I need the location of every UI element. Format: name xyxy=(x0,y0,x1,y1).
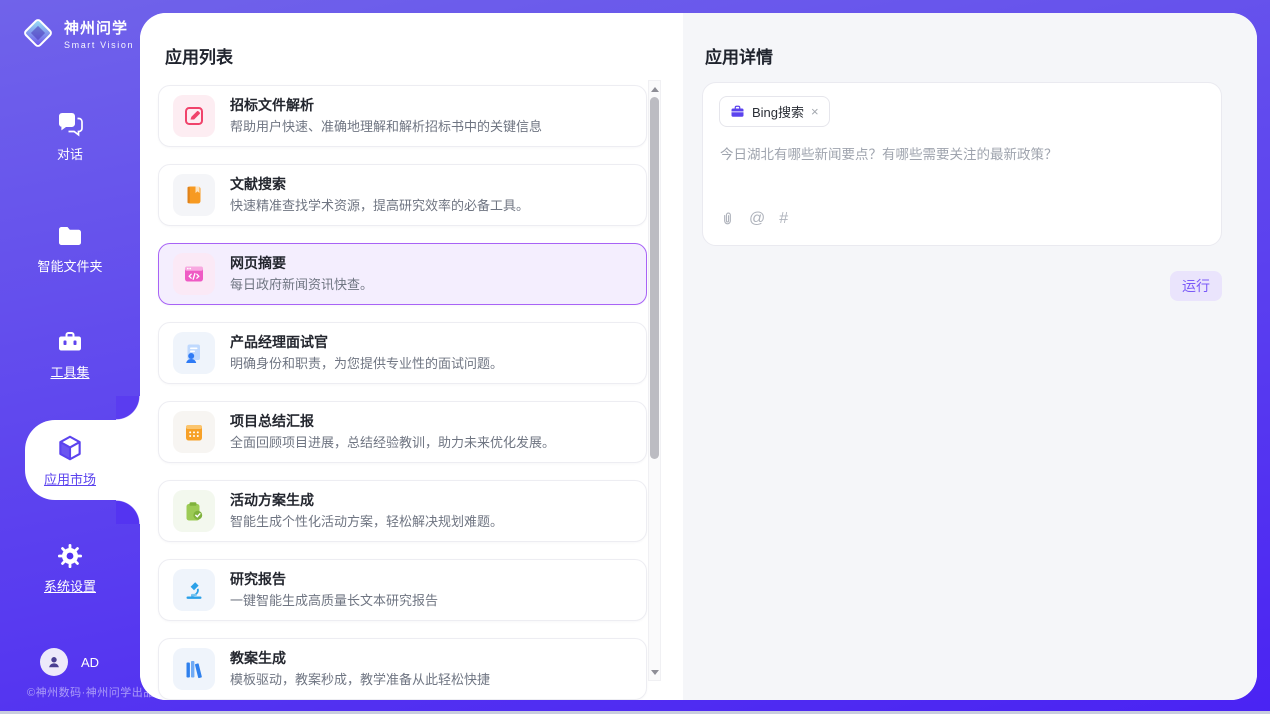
person-icon xyxy=(45,653,63,671)
app-card-literature-search[interactable]: 文献搜索 快速精准查找学术资源，提高研究效率的必备工具。 xyxy=(158,164,647,226)
sidebar-item-system-settings[interactable]: 系统设置 xyxy=(0,542,140,595)
app-card-pm-interviewer[interactable]: 产品经理面试官 明确身份和职责，为您提供专业性的面试问题。 xyxy=(158,322,647,384)
interviewer-icon xyxy=(173,332,215,374)
clipboard-check-icon xyxy=(173,490,215,532)
app-card-research-report[interactable]: 研究报告 一键智能生成高质量长文本研究报告 xyxy=(158,559,647,621)
app-desc: 一键智能生成高质量长文本研究报告 xyxy=(230,593,438,609)
app-desc: 每日政府新闻资讯快查。 xyxy=(230,277,373,293)
sidebar-item-smart-folder[interactable]: 智能文件夹 xyxy=(0,222,140,275)
scroll-down-arrow-icon[interactable] xyxy=(649,665,660,679)
books-icon xyxy=(173,648,215,690)
tool-chip-label: Bing搜索 xyxy=(752,102,804,121)
tool-chip-bing-search[interactable]: Bing搜索 × xyxy=(719,96,830,127)
app-name: 项目总结汇报 xyxy=(230,413,555,430)
sidebar-item-label: 系统设置 xyxy=(0,576,140,595)
book-icon xyxy=(173,174,215,216)
brand-name: 神州问学 xyxy=(64,17,134,38)
app-desc: 智能生成个性化活动方案，轻松解决规划难题。 xyxy=(230,514,503,530)
brand-subtitle: Smart Vision xyxy=(64,40,134,50)
user-account[interactable]: AD xyxy=(40,648,99,676)
app-name: 网页摘要 xyxy=(230,255,373,272)
app-detail-title: 应用详情 xyxy=(705,43,773,68)
app-card-web-summary[interactable]: 网页摘要 每日政府新闻资讯快查。 xyxy=(158,243,647,305)
app-name: 教案生成 xyxy=(230,650,490,667)
cube-icon xyxy=(55,433,85,463)
app-name: 招标文件解析 xyxy=(230,97,542,114)
sidebar-item-chat[interactable]: 对话 xyxy=(0,110,140,163)
toolbox-icon xyxy=(56,328,84,356)
app-desc: 帮助用户快速、准确地理解和解析招标书中的关键信息 xyxy=(230,119,542,135)
sidebar-item-label: 应用市场 xyxy=(0,469,140,488)
active-tab-notch-bottom xyxy=(116,500,140,524)
calendar-icon xyxy=(173,411,215,453)
avatar xyxy=(40,648,68,676)
app-card-event-plan[interactable]: 活动方案生成 智能生成个性化活动方案，轻松解决规划难题。 xyxy=(158,480,647,542)
hash-tag-icon[interactable]: # xyxy=(779,211,788,227)
chat-icon xyxy=(56,110,84,138)
app-cards: 招标文件解析 帮助用户快速、准确地理解和解析招标书中的关键信息 文献搜索 xyxy=(158,85,647,700)
app-desc: 明确身份和职责，为您提供专业性的面试问题。 xyxy=(230,356,503,372)
app-name: 活动方案生成 xyxy=(230,492,503,509)
prompt-editor[interactable]: Bing搜索 × 今日湖北有哪些新闻要点？有哪些需要关注的最新政策？ @ # xyxy=(702,82,1222,246)
sidebar-item-app-market[interactable]: 应用市场 xyxy=(0,433,140,488)
paperclip-icon[interactable] xyxy=(720,210,735,227)
sidebar-item-label: 对话 xyxy=(0,144,140,163)
app-name: 文献搜索 xyxy=(230,176,529,193)
app-list-scrollbar[interactable] xyxy=(648,80,661,681)
folder-icon xyxy=(56,222,84,250)
sidebar-item-toolset[interactable]: 工具集 xyxy=(0,328,140,381)
app-name: 产品经理面试官 xyxy=(230,334,503,351)
sidebar-item-label: 工具集 xyxy=(0,362,140,381)
edit-document-icon xyxy=(173,95,215,137)
user-label: AD xyxy=(81,655,99,670)
composer-toolbar: @ # xyxy=(720,210,788,227)
brand-logo: 神州问学 Smart Vision xyxy=(20,15,134,51)
app-card-project-summary[interactable]: 项目总结汇报 全面回顾项目进展，总结经验教训，助力未来优化发展。 xyxy=(158,401,647,463)
app-desc: 模板驱动，教案秒成，教学准备从此轻松快捷 xyxy=(230,672,490,688)
browser-code-icon xyxy=(173,253,215,295)
app-desc: 快速精准查找学术资源，提高研究效率的必备工具。 xyxy=(230,198,529,214)
at-mention-icon[interactable]: @ xyxy=(749,211,765,227)
prompt-query-text: 今日湖北有哪些新闻要点？有哪些需要关注的最新政策？ xyxy=(720,145,1206,165)
scrollbar-thumb[interactable] xyxy=(650,97,659,459)
main-content: 应用列表 招标文件解析 帮助用户快速、准确地理解和解析招标书中的关键信息 xyxy=(140,13,1257,700)
close-icon[interactable]: × xyxy=(811,105,819,118)
scroll-up-arrow-icon[interactable] xyxy=(649,82,660,96)
run-button[interactable]: 运行 xyxy=(1170,271,1222,301)
briefcase-icon xyxy=(730,104,745,119)
microscope-icon xyxy=(173,569,215,611)
gear-icon xyxy=(56,542,84,570)
app-list-panel: 应用列表 招标文件解析 帮助用户快速、准确地理解和解析招标书中的关键信息 xyxy=(140,13,683,700)
app-card-lesson-plan[interactable]: 教案生成 模板驱动，教案秒成，教学准备从此轻松快捷 xyxy=(158,638,647,700)
app-name: 研究报告 xyxy=(230,571,438,588)
sidebar-item-label: 智能文件夹 xyxy=(0,256,140,275)
active-tab-notch-top xyxy=(116,396,140,420)
app-desc: 全面回顾项目进展，总结经验教训，助力未来优化发展。 xyxy=(230,435,555,451)
app-window: 神州问学 Smart Vision 对话 智能文件夹 工具集 xyxy=(0,0,1270,714)
app-detail-panel: 应用详情 Bing搜索 × 今日湖北有哪些新闻要点？有哪些需要关注的最新政策？ xyxy=(683,13,1257,700)
copyright-footer: ©神州数码·神州问学出品 xyxy=(27,684,155,700)
app-card-bid-analysis[interactable]: 招标文件解析 帮助用户快速、准确地理解和解析招标书中的关键信息 xyxy=(158,85,647,147)
app-list-title: 应用列表 xyxy=(165,43,233,68)
logo-diamond-icon xyxy=(20,15,56,51)
